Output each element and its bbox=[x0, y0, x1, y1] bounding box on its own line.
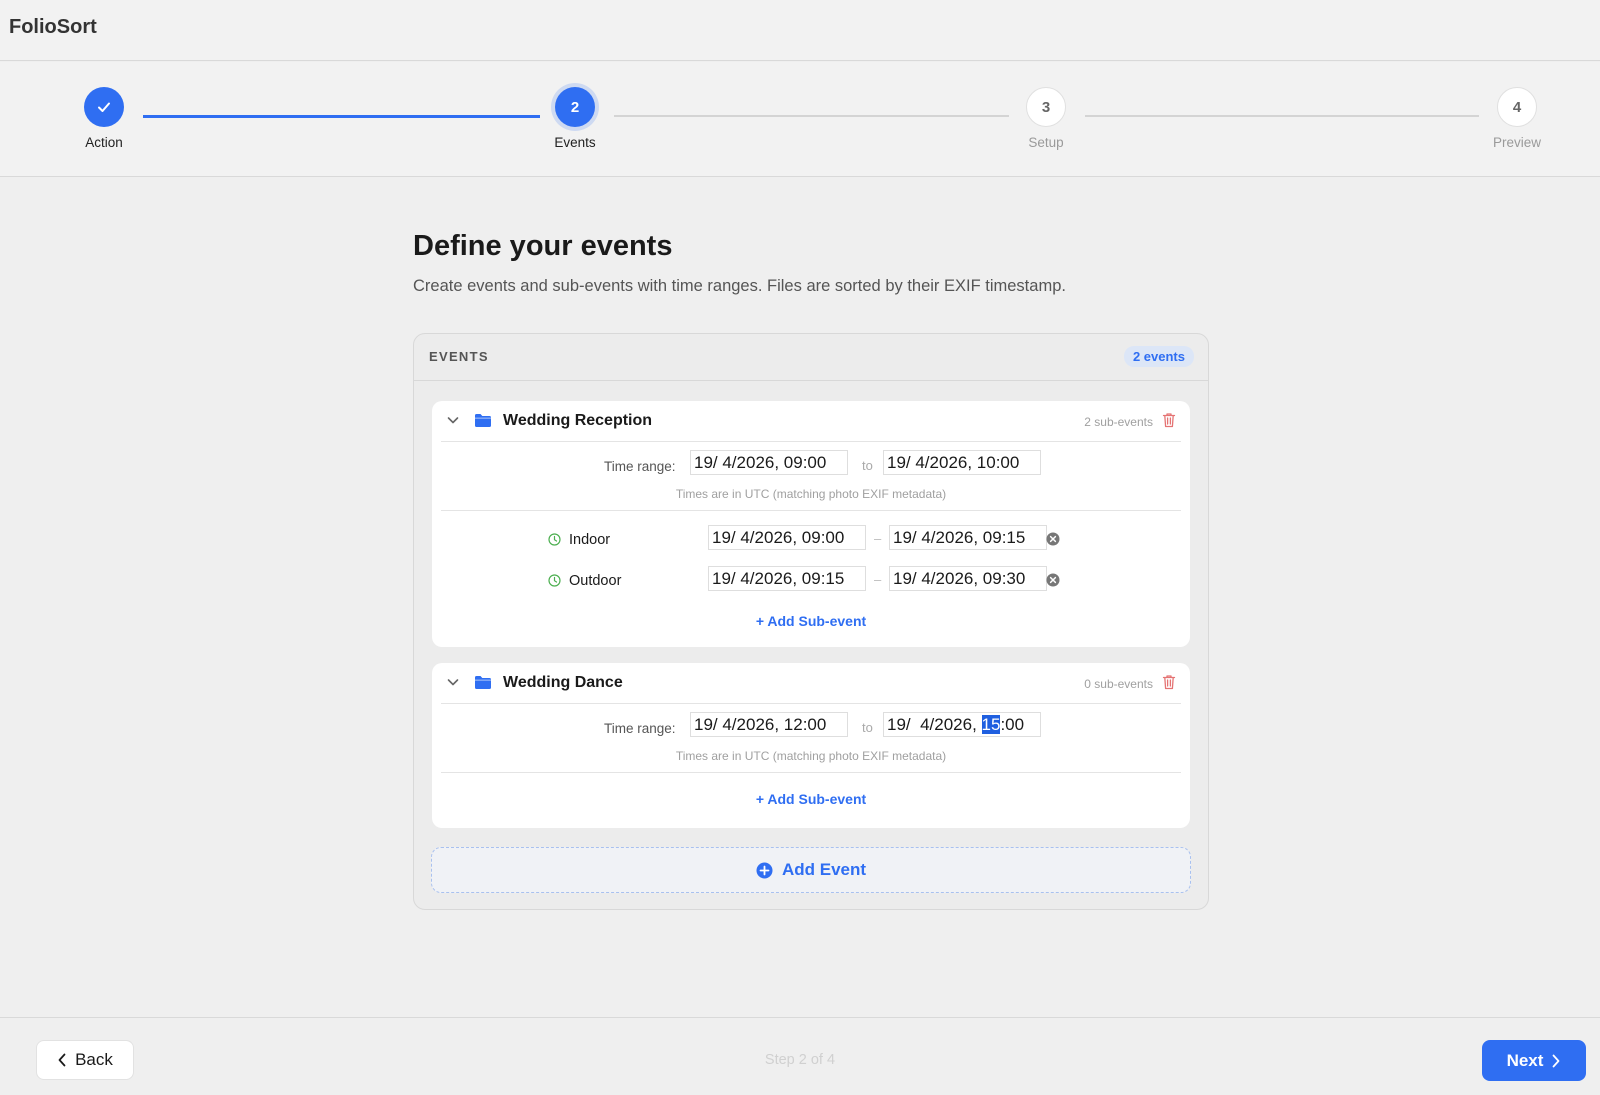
event-card-wedding-dance: Wedding Dance 0 sub-events Time range: 1… bbox=[432, 663, 1190, 828]
sub-event-count: 0 sub-events bbox=[1084, 677, 1153, 691]
event-card-header[interactable]: Wedding Reception 2 sub-events bbox=[432, 401, 1190, 441]
event-name[interactable]: Wedding Reception bbox=[503, 412, 652, 430]
step-setup[interactable]: 3 Setup bbox=[986, 87, 1106, 150]
folder-icon bbox=[475, 414, 491, 427]
step-connector-1 bbox=[143, 115, 540, 118]
title-bar: FolioSort bbox=[0, 0, 1600, 61]
chevron-down-icon[interactable] bbox=[446, 675, 460, 689]
sub-event-name[interactable]: Outdoor bbox=[569, 573, 621, 589]
step-connector-2 bbox=[614, 115, 1009, 117]
step-preview[interactable]: 4 Preview bbox=[1457, 87, 1577, 150]
clock-icon bbox=[548, 574, 561, 587]
start-datetime-input[interactable]: 19/ 4/2026, 12:00 bbox=[690, 712, 848, 737]
event-card-wedding-reception: Wedding Reception 2 sub-events Time rang… bbox=[432, 401, 1190, 647]
sub-start-datetime-input[interactable]: 19/ 4/2026, 09:00 bbox=[708, 525, 866, 550]
time-range-label: Time range: bbox=[604, 721, 676, 736]
start-datetime-input[interactable]: 19/ 4/2026, 09:00 bbox=[690, 450, 848, 475]
to-label: to bbox=[862, 720, 873, 735]
sub-end-datetime-input[interactable]: 19/ 4/2026, 09:15 bbox=[889, 525, 1047, 550]
sub-end-datetime-input[interactable]: 19/ 4/2026, 09:30 bbox=[889, 566, 1047, 591]
time-range-row: Time range: 19/ 4/2026, 12:00 to 19/ 4/2… bbox=[432, 712, 1190, 742]
step-preview-circle: 4 bbox=[1497, 87, 1537, 127]
end-datetime-input[interactable]: 19/ 4/2026, 15:00 bbox=[883, 712, 1041, 737]
time-range-row: Time range: 19/ 4/2026, 09:00 to 19/ 4/2… bbox=[432, 450, 1190, 480]
page-title: Define your events bbox=[413, 230, 673, 262]
step-action-circle bbox=[84, 87, 124, 127]
range-separator: – bbox=[874, 572, 882, 587]
event-name[interactable]: Wedding Dance bbox=[503, 674, 623, 692]
check-icon bbox=[98, 102, 110, 112]
event-card-header[interactable]: Wedding Dance 0 sub-events bbox=[432, 663, 1190, 703]
events-panel-title: EVENTS bbox=[429, 349, 489, 364]
add-event-button[interactable]: Add Event bbox=[431, 847, 1191, 893]
plus-icon: + bbox=[755, 613, 768, 629]
step-events-label: Events bbox=[554, 135, 596, 150]
remove-icon[interactable] bbox=[1046, 532, 1060, 546]
range-separator: – bbox=[874, 531, 882, 546]
events-panel: EVENTS 2 events Wedding Reception 2 sub-… bbox=[413, 333, 1209, 910]
time-range-label: Time range: bbox=[604, 459, 676, 474]
divider bbox=[441, 441, 1181, 442]
clock-icon bbox=[548, 533, 561, 546]
remove-icon[interactable] bbox=[1046, 573, 1060, 587]
trash-icon[interactable] bbox=[1162, 412, 1176, 428]
end-datetime-selected-segment[interactable]: 15 bbox=[981, 715, 1001, 734]
end-datetime-suffix: :00 bbox=[1000, 715, 1025, 734]
end-datetime-input[interactable]: 19/ 4/2026, 10:00 bbox=[883, 450, 1041, 475]
plus-circle-icon bbox=[756, 862, 773, 878]
chevron-right-icon bbox=[1553, 1054, 1560, 1067]
footer-bar: Back Step 2 of 4 Next bbox=[0, 1017, 1600, 1095]
add-event-label: Add Event bbox=[781, 860, 867, 879]
add-sub-event-button[interactable]: + Add Sub-event bbox=[432, 791, 1190, 807]
add-sub-event-label: Add Sub-event bbox=[767, 791, 867, 807]
step-events-circle: 2 bbox=[555, 87, 595, 127]
add-sub-event-button[interactable]: + Add Sub-event bbox=[432, 613, 1190, 629]
divider bbox=[441, 510, 1181, 511]
wizard-stepper: Action 2 Events 3 Setup 4 Preview bbox=[0, 62, 1600, 177]
to-label: to bbox=[862, 458, 873, 473]
utc-note: Times are in UTC (matching photo EXIF me… bbox=[675, 487, 947, 501]
utc-note: Times are in UTC (matching photo EXIF me… bbox=[675, 749, 947, 763]
divider bbox=[441, 772, 1181, 773]
chevron-down-icon[interactable] bbox=[446, 413, 460, 427]
folder-icon bbox=[475, 676, 491, 689]
step-preview-label: Preview bbox=[1492, 135, 1541, 150]
page-description: Create events and sub-events with time r… bbox=[413, 277, 1066, 295]
events-count-badge: 2 events bbox=[1123, 346, 1194, 367]
plus-icon: + bbox=[755, 791, 768, 807]
end-datetime-prefix: 19/ 4/2026, bbox=[887, 715, 982, 734]
sub-event-row-indoor: Indoor 19/ 4/2026, 09:00 – 19/ 4/2026, 0… bbox=[432, 525, 1190, 555]
trash-icon[interactable] bbox=[1162, 674, 1176, 690]
divider bbox=[441, 703, 1181, 704]
events-panel-header: EVENTS 2 events bbox=[414, 334, 1208, 381]
step-setup-circle: 3 bbox=[1026, 87, 1066, 127]
step-action[interactable]: Action bbox=[44, 87, 164, 150]
step-action-label: Action bbox=[85, 135, 123, 150]
sub-start-datetime-input[interactable]: 19/ 4/2026, 09:15 bbox=[708, 566, 866, 591]
step-indicator: Step 2 of 4 bbox=[764, 1052, 836, 1068]
next-button[interactable]: Next bbox=[1482, 1040, 1586, 1081]
add-sub-event-label: Add Sub-event bbox=[767, 613, 867, 629]
step-setup-label: Setup bbox=[1028, 135, 1064, 150]
step-events[interactable]: 2 Events bbox=[515, 87, 635, 150]
next-label: Next bbox=[1506, 1050, 1544, 1070]
sub-event-name[interactable]: Indoor bbox=[569, 532, 610, 548]
sub-event-row-outdoor: Outdoor 19/ 4/2026, 09:15 – 19/ 4/2026, … bbox=[432, 566, 1190, 596]
step-connector-3 bbox=[1085, 115, 1479, 117]
sub-event-count: 2 sub-events bbox=[1084, 415, 1153, 429]
app-title: FolioSort bbox=[9, 16, 97, 38]
